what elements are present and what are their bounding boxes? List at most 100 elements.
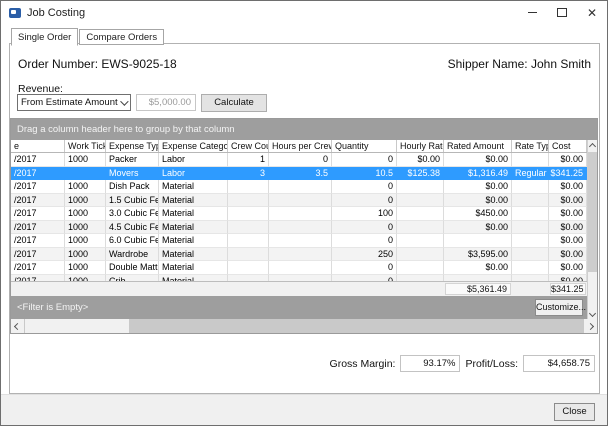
grid-cell[interactable]: $0.00 bbox=[444, 221, 512, 235]
profit-loss-field[interactable]: $4,658.75 bbox=[523, 355, 595, 372]
grid-cell[interactable]: /2017 bbox=[11, 261, 65, 275]
grid-cell[interactable] bbox=[269, 194, 332, 208]
column-header-8[interactable]: Rated Amount bbox=[444, 140, 512, 152]
grid-cell[interactable] bbox=[512, 248, 549, 262]
grid-cell[interactable]: Movers bbox=[106, 167, 159, 181]
grid-cell[interactable]: 4.5 Cubic Feet bbox=[106, 221, 159, 235]
grid-cell[interactable]: 0 bbox=[332, 194, 397, 208]
tab-single-order[interactable]: Single Order bbox=[11, 28, 78, 46]
grid-cell[interactable]: 250 bbox=[332, 248, 397, 262]
grid-cell[interactable]: $0.00 bbox=[549, 194, 587, 208]
grid-row-5[interactable]: /201710004.5 Cubic FeetMaterial0$0.00$0.… bbox=[11, 221, 587, 235]
grid-cell[interactable] bbox=[512, 207, 549, 221]
grid-cell[interactable]: $0.00 bbox=[397, 153, 444, 167]
grid-cell[interactable] bbox=[397, 194, 444, 208]
grid-cell[interactable]: 0 bbox=[332, 234, 397, 248]
grid-cell[interactable] bbox=[228, 207, 269, 221]
grid-cell[interactable]: 3.5 bbox=[269, 167, 332, 181]
grid-cell[interactable] bbox=[397, 180, 444, 194]
grid-cell[interactable] bbox=[269, 261, 332, 275]
grid-row-3[interactable]: /201710001.5 Cubic FeetMaterial0$0.00$0.… bbox=[11, 194, 587, 208]
close-button[interactable]: Close bbox=[554, 403, 595, 421]
grid-cell[interactable]: Material bbox=[159, 234, 228, 248]
grid-cell[interactable]: 1.5 Cubic Feet bbox=[106, 194, 159, 208]
grid-cell[interactable]: $0.00 bbox=[549, 248, 587, 262]
column-header-7[interactable]: Hourly Rate bbox=[397, 140, 444, 152]
column-header-5[interactable]: Hours per Crew bbox=[269, 140, 332, 152]
grid-row-2[interactable]: /20171000Dish PackMaterial0$0.00$0.00 bbox=[11, 180, 587, 194]
grid-cell[interactable]: 100 bbox=[332, 207, 397, 221]
grid-cell[interactable]: $0.00 bbox=[549, 153, 587, 167]
grid-cell[interactable]: Labor bbox=[159, 167, 228, 181]
grid-cell[interactable] bbox=[444, 234, 512, 248]
grid-cell[interactable]: 1000 bbox=[65, 248, 106, 262]
grid-cell[interactable] bbox=[512, 194, 549, 208]
grid-cell[interactable]: Material bbox=[159, 194, 228, 208]
grid-cell[interactable] bbox=[512, 180, 549, 194]
horizontal-scroll-thumb[interactable] bbox=[25, 319, 129, 333]
grid-cell[interactable] bbox=[228, 221, 269, 235]
grid-cell[interactable]: /2017 bbox=[11, 153, 65, 167]
grid-cell[interactable]: 1000 bbox=[65, 207, 106, 221]
grid-cell[interactable] bbox=[512, 221, 549, 235]
grid-cell[interactable]: 1000 bbox=[65, 221, 106, 235]
grid-cell[interactable]: 1000 bbox=[65, 180, 106, 194]
grid-cell[interactable]: Dish Pack bbox=[106, 180, 159, 194]
minimize-button[interactable] bbox=[517, 1, 547, 24]
grid-cell[interactable]: Labor bbox=[159, 153, 228, 167]
grid-cell[interactable]: 1 bbox=[228, 153, 269, 167]
vertical-scroll-thumb[interactable] bbox=[588, 152, 597, 272]
grid-cell[interactable]: 0 bbox=[332, 221, 397, 235]
grid-cell[interactable] bbox=[397, 234, 444, 248]
grid-cell[interactable]: /2017 bbox=[11, 180, 65, 194]
grid-cell[interactable]: 0 bbox=[332, 153, 397, 167]
column-header-3[interactable]: Expense Category bbox=[159, 140, 228, 152]
grid-cell[interactable] bbox=[512, 234, 549, 248]
scroll-left-button[interactable] bbox=[11, 319, 24, 333]
grid-cell[interactable] bbox=[228, 180, 269, 194]
grid-cell[interactable]: $0.00 bbox=[444, 261, 512, 275]
grid-cell[interactable]: Regular bbox=[512, 167, 549, 181]
grid-cell[interactable]: /2017 bbox=[11, 207, 65, 221]
horizontal-scrollbar[interactable] bbox=[11, 319, 597, 333]
column-header-10[interactable]: Cost bbox=[549, 140, 587, 152]
revenue-source-dropdown[interactable]: From Estimate Amount bbox=[17, 94, 131, 111]
grid-cell[interactable]: $3,595.00 bbox=[444, 248, 512, 262]
column-header-2[interactable]: Expense Type bbox=[106, 140, 159, 152]
grid-cell[interactable]: 1000 bbox=[65, 261, 106, 275]
grid-row-1[interactable]: /2017MoversLabor33.510.5$125.38$1,316.49… bbox=[11, 167, 587, 181]
grid-row-7[interactable]: /20171000WardrobeMaterial250$3,595.00$0.… bbox=[11, 248, 587, 262]
grid-cell[interactable] bbox=[397, 221, 444, 235]
column-header-1[interactable]: Work Ticket bbox=[65, 140, 106, 152]
grid-cell[interactable]: 3.0 Cubic Feet bbox=[106, 207, 159, 221]
grid-row-8[interactable]: /20171000Double Matt.Material 0 $0.00 $0.00 bbox=[11, 261, 587, 275]
grid-cell[interactable]: $0.00 bbox=[549, 180, 587, 194]
grid-cell[interactable]: /2017 bbox=[11, 248, 65, 262]
grid-cell[interactable]: 10.5 bbox=[332, 167, 397, 181]
column-header-6[interactable]: Quantity bbox=[332, 140, 397, 152]
grid-cell[interactable]: $0.00 bbox=[549, 234, 587, 248]
grid-cell[interactable]: 0 bbox=[332, 261, 397, 275]
grid-cell[interactable] bbox=[269, 248, 332, 262]
scroll-up-button[interactable] bbox=[588, 140, 597, 152]
grid-cell[interactable] bbox=[269, 207, 332, 221]
grid-cell[interactable] bbox=[512, 153, 549, 167]
revenue-amount-field[interactable]: $5,000.00 bbox=[136, 94, 196, 111]
grid-cell[interactable]: Double Matt. bbox=[106, 261, 159, 275]
grid-cell[interactable] bbox=[397, 207, 444, 221]
calculate-button[interactable]: Calculate bbox=[201, 94, 267, 112]
grid-cell[interactable]: Material bbox=[159, 207, 228, 221]
grid-cell[interactable]: 3 bbox=[228, 167, 269, 181]
grid-cell[interactable] bbox=[512, 261, 549, 275]
vertical-scrollbar[interactable] bbox=[587, 140, 597, 319]
grid-cell[interactable]: 1000 bbox=[65, 194, 106, 208]
grid-cell[interactable]: $450.00 bbox=[444, 207, 512, 221]
scroll-right-button[interactable] bbox=[584, 319, 597, 333]
grid-cell[interactable]: 0 bbox=[332, 180, 397, 194]
grid-cell[interactable]: Material bbox=[159, 261, 228, 275]
grid-row-0[interactable]: /20171000PackerLabor100$0.00$0.00$0.00 bbox=[11, 153, 587, 167]
grid-cell[interactable] bbox=[65, 167, 106, 181]
grid-cell[interactable]: $0.00 bbox=[549, 261, 587, 275]
grid-cell[interactable]: $125.38 bbox=[397, 167, 444, 181]
grid-row-4[interactable]: /201710003.0 Cubic FeetMaterial 100 $450.0… bbox=[11, 207, 587, 221]
